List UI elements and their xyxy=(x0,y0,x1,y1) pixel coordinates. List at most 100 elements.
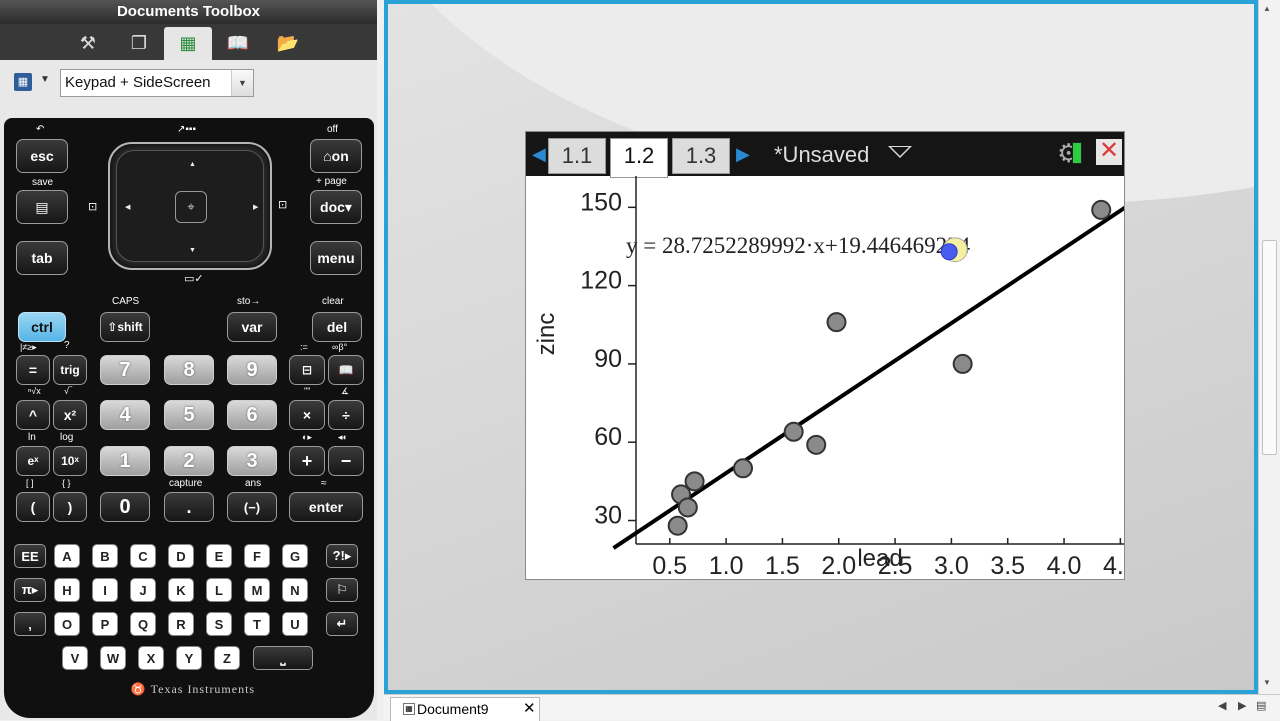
alpha-key-3-2[interactable]: X xyxy=(138,646,164,670)
digit-8-key[interactable]: 8 xyxy=(164,355,214,385)
alpha-key-1-7[interactable]: N xyxy=(282,578,308,602)
trig-key[interactable]: trig xyxy=(53,355,87,385)
alpha-key-0-3[interactable]: C xyxy=(130,544,156,568)
alpha-key-2-4[interactable]: R xyxy=(168,612,194,636)
close-tab-icon[interactable]: ✕ xyxy=(523,698,536,720)
var-key[interactable]: var xyxy=(227,312,277,342)
negative-key[interactable]: (−) xyxy=(227,492,277,522)
ctrl-key[interactable]: ctrl xyxy=(18,312,66,342)
scroll-down-icon[interactable]: ▼ xyxy=(1263,678,1271,687)
vertical-scrollbar[interactable]: ▲ ▼ xyxy=(1258,0,1280,694)
equals-key[interactable]: = xyxy=(16,355,50,385)
exp-key[interactable]: eˣ xyxy=(16,446,50,476)
shift-key[interactable]: ⇧shift xyxy=(100,312,150,342)
left-arrow-icon[interactable]: ◀ xyxy=(125,203,130,211)
document-name[interactable]: *Unsaved xyxy=(774,142,869,168)
alpha-key-1-4[interactable]: K xyxy=(168,578,194,602)
alpha-key-2-1[interactable]: O xyxy=(54,612,80,636)
catalog-key[interactable]: 📖 xyxy=(328,355,364,385)
alpha-key-0-1[interactable]: A xyxy=(54,544,80,568)
esc-key[interactable]: esc xyxy=(16,139,68,173)
alpha-key-3-3[interactable]: Y xyxy=(176,646,202,670)
multiply-key[interactable]: × xyxy=(289,400,325,430)
alpha-key-2-0[interactable]: , xyxy=(14,612,46,636)
tab-calculator[interactable]: ▦ xyxy=(164,27,212,60)
decimal-key[interactable]: . xyxy=(164,492,214,522)
alpha-key-2-7[interactable]: U xyxy=(282,612,308,636)
alpha-key-0-5[interactable]: E xyxy=(206,544,232,568)
up-arrow-icon[interactable]: ▲ xyxy=(189,161,196,168)
scratchpad-key[interactable]: ▤ xyxy=(16,190,68,224)
divide-key[interactable]: ÷ xyxy=(328,400,364,430)
chevron-down-icon[interactable]: ▼ xyxy=(40,74,50,85)
alpha-key-3-0[interactable]: V xyxy=(62,646,88,670)
keypad-icon[interactable]: ▦ xyxy=(14,73,32,91)
alpha-key-0-6[interactable]: F xyxy=(244,544,270,568)
menu-key[interactable]: menu xyxy=(310,241,362,275)
digit-6-key[interactable]: 6 xyxy=(227,400,277,430)
dropdown-arrow-icon[interactable]: ▼ xyxy=(231,70,253,96)
prev-page-icon[interactable]: ◀ xyxy=(532,144,546,165)
templates-key[interactable]: ⊟ xyxy=(289,355,325,385)
alpha-key-3-5[interactable]: ⎵ xyxy=(253,646,313,670)
ten-power-key[interactable]: 10ˣ xyxy=(53,446,87,476)
tab-page-1-2[interactable]: 1.2 xyxy=(610,138,668,178)
scroll-up-icon[interactable]: ▲ xyxy=(1263,4,1271,13)
tab-page-1-1[interactable]: 1.1 xyxy=(548,138,606,174)
plus-key[interactable]: + xyxy=(289,446,325,476)
digit-5-key[interactable]: 5 xyxy=(164,400,214,430)
square-key[interactable]: x² xyxy=(53,400,87,430)
alpha-key-1-5[interactable]: L xyxy=(206,578,232,602)
right-paren-key[interactable]: ) xyxy=(53,492,87,522)
scatter-plot[interactable]: 0.51.01.52.02.53.03.54.04.5306090120150l… xyxy=(526,176,1124,579)
alpha-key-0-0[interactable]: EE xyxy=(14,544,46,568)
alpha-key-2-6[interactable]: T xyxy=(244,612,270,636)
tab-key[interactable]: tab xyxy=(16,241,68,275)
del-key[interactable]: del xyxy=(312,312,362,342)
tab-prev-icon[interactable]: ◀ xyxy=(1218,699,1226,712)
doc-key[interactable]: doc▾ xyxy=(310,190,362,224)
tab-folder[interactable]: 📂 xyxy=(264,27,312,60)
left-paren-key[interactable]: ( xyxy=(16,492,50,522)
digit-7-key[interactable]: 7 xyxy=(100,355,150,385)
alpha-key-1-6[interactable]: M xyxy=(244,578,270,602)
tab-tools[interactable]: ⚒ xyxy=(64,27,112,60)
click-cursor-icon[interactable]: ⌖ xyxy=(175,191,207,223)
alpha-key-0-7[interactable]: G xyxy=(282,544,308,568)
alpha-key-2-2[interactable]: P xyxy=(92,612,118,636)
alpha-key-1-0[interactable]: π▸ xyxy=(14,578,46,602)
down-arrow-icon[interactable]: ▼ xyxy=(189,247,196,254)
view-select[interactable]: Keypad + SideScreen ▼ xyxy=(60,69,254,97)
alpha-key-1-3[interactable]: J xyxy=(130,578,156,602)
digit-4-key[interactable]: 4 xyxy=(100,400,150,430)
alpha-key-2-5[interactable]: S xyxy=(206,612,232,636)
alpha-key-2-3[interactable]: Q xyxy=(130,612,156,636)
digit-0-key[interactable]: 0 xyxy=(100,492,150,522)
digit-3-key[interactable]: 3 xyxy=(227,446,277,476)
alpha-key-3-4[interactable]: Z xyxy=(214,646,240,670)
next-page-icon[interactable]: ▶ xyxy=(736,144,750,165)
alpha-key-3-1[interactable]: W xyxy=(100,646,126,670)
digit-9-key[interactable]: 9 xyxy=(227,355,277,385)
alpha-key-0-8[interactable]: ?!▸ xyxy=(326,544,358,568)
tab-book[interactable]: 📖 xyxy=(214,27,262,60)
tab-list-icon[interactable]: ▤ xyxy=(1256,699,1266,712)
tab-page-sorter[interactable]: ❐ xyxy=(115,27,163,60)
caret-key[interactable]: ^ xyxy=(16,400,50,430)
on-key[interactable]: ⌂on xyxy=(310,139,362,173)
tab-page-1-3[interactable]: 1.3 xyxy=(672,138,730,174)
alpha-key-0-2[interactable]: B xyxy=(92,544,118,568)
alpha-key-1-8[interactable]: ⚐ xyxy=(326,578,358,602)
alpha-key-0-4[interactable]: D xyxy=(168,544,194,568)
digit-1-key[interactable]: 1 xyxy=(100,446,150,476)
digit-2-key[interactable]: 2 xyxy=(164,446,214,476)
enter-key[interactable]: enter xyxy=(289,492,363,522)
close-document-icon[interactable]: ✕ xyxy=(1096,139,1122,165)
alpha-key-1-2[interactable]: I xyxy=(92,578,118,602)
touchpad[interactable]: ▲ ▼ ◀ ▶ ⌖ xyxy=(108,142,272,270)
document-tab[interactable]: ▦ Document9 ✕ xyxy=(390,697,540,721)
minus-key[interactable]: − xyxy=(328,446,364,476)
tab-next-icon[interactable]: ▶ xyxy=(1238,699,1246,712)
alpha-key-2-8[interactable]: ↵ xyxy=(326,612,358,636)
scrollbar-thumb[interactable] xyxy=(1262,240,1277,455)
